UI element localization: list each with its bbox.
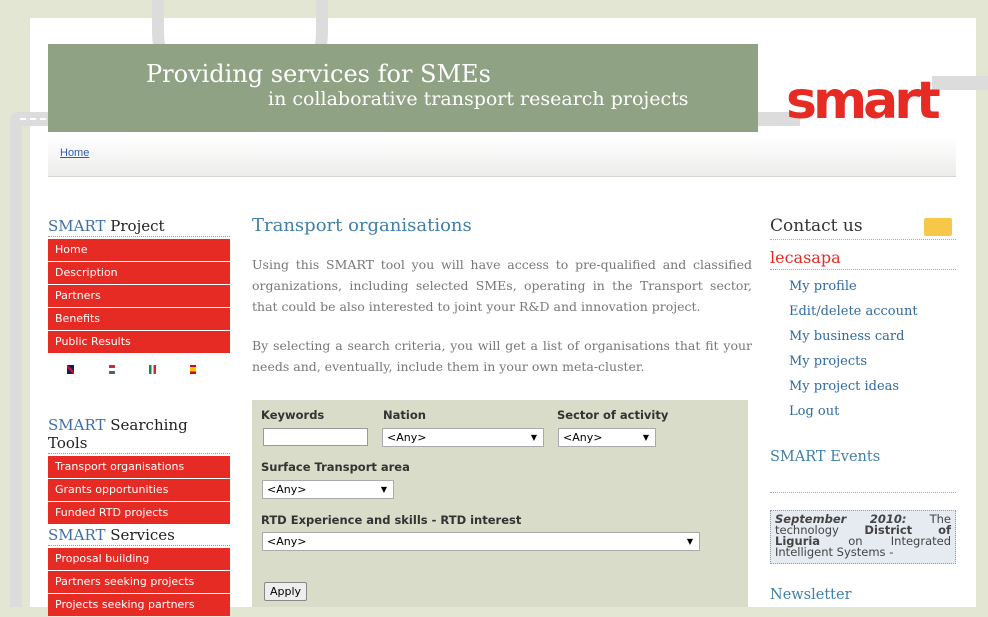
rtd-select-value: <Any> [267, 535, 307, 548]
sidebar-tools-title: SMART Searching Tools [48, 416, 230, 454]
page-title: Transport organisations [252, 215, 472, 236]
logout-link[interactable]: Log out [789, 399, 956, 424]
sidebar-project-section: SMART Project Home Description Partners … [48, 217, 230, 384]
surface-transport-select-value: <Any> [267, 483, 307, 496]
sidebar-services-title: SMART Services [48, 526, 230, 546]
my-projects-link[interactable]: My projects [789, 349, 956, 374]
keywords-label: Keywords [261, 408, 325, 422]
chevron-down-icon: ▼ [380, 485, 387, 494]
chevron-down-icon: ▼ [530, 433, 537, 442]
sector-select[interactable]: <Any> ▼ [558, 428, 656, 447]
newsletter-heading[interactable]: Newsletter [770, 587, 852, 603]
my-project-ideas-link[interactable]: My project ideas [789, 374, 956, 399]
smart-events-heading: SMART Events [770, 449, 881, 465]
apply-button[interactable]: Apply [264, 582, 308, 601]
sidebar-item-public-results[interactable]: Public Results [48, 331, 230, 353]
sidebar-item-proposal-building[interactable]: Proposal building [48, 548, 230, 570]
nation-select[interactable]: <Any> ▼ [382, 428, 544, 447]
sidebar-project-title: SMART Project [48, 217, 230, 237]
intro-paragraph: Using this SMART tool you will have acce… [252, 257, 752, 314]
logo-text: smart [786, 71, 941, 131]
sidebar-item-grants-opportunities[interactable]: Grants opportunities [48, 479, 230, 501]
sidebar-item-projects-seeking-partners[interactable]: Projects seeking partners [48, 594, 230, 616]
sidebar-item-description[interactable]: Description [48, 262, 230, 284]
sidebar-item-home[interactable]: Home [48, 239, 230, 261]
road-decoration-far-right [932, 76, 988, 90]
surface-transport-select[interactable]: <Any> ▼ [262, 480, 394, 499]
keywords-input[interactable] [263, 428, 368, 446]
breadcrumb-home-link[interactable]: Home [60, 147, 89, 159]
rtd-select[interactable]: <Any> ▼ [262, 532, 700, 551]
spain-flag-icon[interactable] [189, 364, 196, 374]
nation-label: Nation [383, 408, 426, 422]
header-banner: Providing services for SMEs in collabora… [48, 44, 758, 132]
sidebar-item-partners-seeking-projects[interactable]: Partners seeking projects [48, 571, 230, 593]
edit-account-link[interactable]: Edit/delete account [789, 299, 956, 324]
chevron-down-icon: ▼ [686, 537, 693, 546]
smart-logo[interactable]: smart [786, 71, 941, 131]
nation-select-value: <Any> [387, 431, 427, 444]
business-card-link[interactable]: My business card [789, 324, 956, 349]
banner-subheadline: in collaborative transport research proj… [268, 88, 689, 110]
instructions-paragraph: By selecting a search criteria, you will… [252, 338, 752, 374]
events-news-box[interactable]: September 2010: The technology District … [770, 510, 956, 564]
contact-us-label: Contact us [770, 216, 863, 236]
envelope-icon[interactable] [924, 218, 952, 236]
my-profile-link[interactable]: My profile [789, 274, 956, 299]
language-flags [48, 354, 230, 384]
sidebar-item-partners[interactable]: Partners [48, 285, 230, 307]
sidebar-item-benefits[interactable]: Benefits [48, 308, 230, 330]
right-column: Contact us lecasapa My profile Edit/dele… [770, 216, 956, 424]
events-divider [770, 492, 956, 493]
sidebar-item-funded-rtd-projects[interactable]: Funded RTD projects [48, 502, 230, 524]
sidebar-tools-section: SMART Searching Tools Transport organisa… [48, 416, 230, 525]
road-decoration-left [10, 120, 22, 607]
username-heading: lecasapa [770, 248, 956, 270]
uk-flag-icon[interactable] [66, 363, 75, 375]
banner-headline: Providing services for SMEs [146, 60, 491, 88]
main-content: Transport organisations Using this SMART… [252, 215, 752, 377]
italy-flag-icon[interactable] [149, 364, 156, 374]
surface-transport-label: Surface Transport area [261, 460, 410, 474]
hungary-flag-icon[interactable] [108, 364, 115, 374]
breadcrumb: Home [48, 136, 956, 177]
sector-select-value: <Any> [563, 431, 603, 444]
contact-us-heading[interactable]: Contact us [770, 216, 956, 240]
sidebar-services-section: SMART Services Proposal building Partner… [48, 526, 230, 617]
account-links: My profile Edit/delete account My busine… [770, 274, 956, 424]
search-form: Keywords Nation <Any> ▼ Sector of activit… [252, 400, 748, 607]
chevron-down-icon: ▼ [642, 433, 649, 442]
sidebar-item-transport-organisations[interactable]: Transport organisations [48, 456, 230, 478]
sector-label: Sector of activity [557, 408, 669, 422]
rtd-label: RTD Experience and skills - RTD interest [261, 513, 522, 527]
